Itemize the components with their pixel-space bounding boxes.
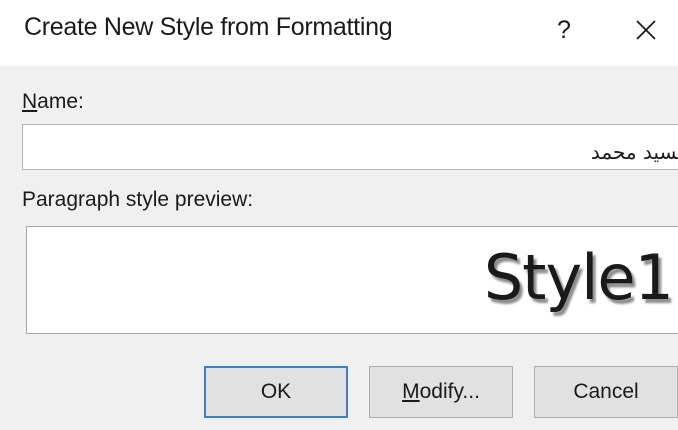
name-input[interactable] xyxy=(22,124,678,170)
close-icon xyxy=(636,20,656,40)
modify-label: odify... xyxy=(419,380,480,403)
dialog-title: Create New Style from Formatting xyxy=(24,13,393,41)
paragraph-style-preview: Style1 xyxy=(26,226,678,334)
title-bar: Create New Style from Formatting ? xyxy=(0,0,678,66)
preview-label: Paragraph style preview: xyxy=(22,188,254,211)
close-button[interactable] xyxy=(626,10,666,50)
name-label-text: ame: xyxy=(37,90,84,113)
help-button[interactable]: ? xyxy=(548,10,580,50)
create-style-dialog: Create New Style from Formatting ? Name:… xyxy=(0,0,678,430)
modify-mnemonic: M xyxy=(402,380,420,403)
name-label-mnemonic: N xyxy=(22,90,38,113)
modify-button[interactable]: Modify... xyxy=(369,366,513,418)
name-label: Name: xyxy=(22,90,84,114)
ok-button[interactable]: OK xyxy=(204,366,348,418)
cancel-button[interactable]: Cancel xyxy=(534,366,678,418)
preview-style-text: Style1 xyxy=(483,241,674,314)
